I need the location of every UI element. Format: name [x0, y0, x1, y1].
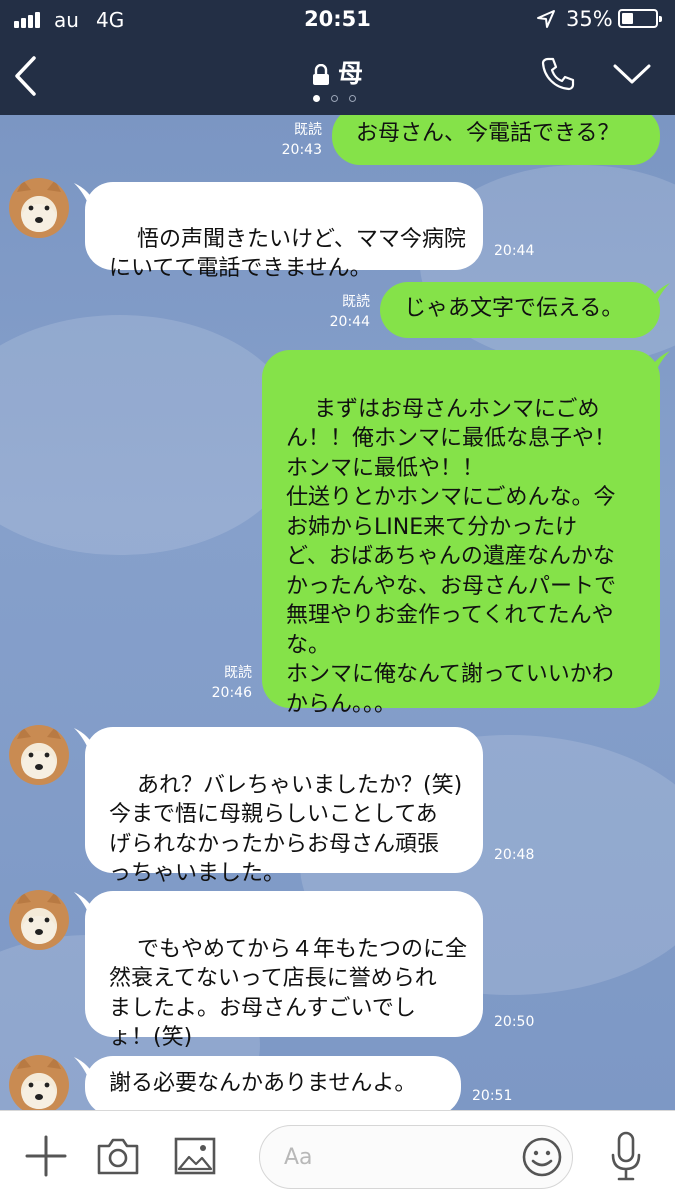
message-meta: 既読 20:46 — [198, 663, 252, 703]
bubble-tail — [74, 892, 94, 912]
microphone-icon[interactable] — [610, 1131, 642, 1183]
chevron-down-icon[interactable] — [612, 62, 652, 86]
read-receipt: 既読 — [224, 665, 252, 681]
message-time: 20:48 — [494, 847, 535, 863]
chat-area[interactable]: お母さん、今電話できる？ 既読 20:43 悟の声聞きたいけど、ママ今病院 にい… — [0, 115, 675, 1110]
message-time: 20:44 — [494, 243, 535, 259]
message-time: 20:44 — [329, 314, 370, 330]
bubble-tail — [650, 351, 670, 371]
bubble-tail — [74, 1057, 94, 1077]
battery-icon — [618, 9, 662, 28]
phone-icon[interactable] — [540, 56, 576, 92]
avatar[interactable] — [9, 178, 69, 238]
message-outgoing[interactable]: お母さん、今電話できる？ — [332, 115, 660, 165]
message-outgoing[interactable]: まずはお母さんホンマにごめ ん！！俺ホンマに最低な息子や！ ホンマに最低や！！ … — [262, 350, 660, 717]
emoji-icon[interactable] — [521, 1136, 563, 1178]
avatar[interactable] — [9, 1055, 69, 1110]
message-meta: 20:48 — [494, 845, 554, 865]
message-text: まずはお母さんホンマにごめ ん！！俺ホンマに最低な息子や！ ホンマに最低や！！ … — [286, 396, 617, 717]
message-text: お母さん、今電話できる？ — [356, 121, 620, 146]
message-outgoing[interactable]: じゃあ文字で伝える。 — [380, 282, 660, 338]
dog-avatar-icon — [17, 1057, 61, 1109]
page-indicator — [313, 95, 363, 105]
message-meta: 既読 20:43 — [268, 120, 322, 160]
dog-avatar-icon — [17, 180, 61, 232]
plus-icon[interactable] — [25, 1135, 67, 1177]
message-text: でもやめてから４年もたつのに全 然衰えてないって店長に誉められ ましたよ。お母さ… — [109, 936, 467, 1051]
read-receipt: 既読 — [342, 294, 370, 310]
message-time: 20:43 — [281, 142, 322, 158]
page-dot — [313, 95, 320, 102]
avatar[interactable] — [9, 725, 69, 785]
message-text: じゃあ文字で伝える。 — [404, 296, 624, 321]
page-dot — [331, 95, 338, 102]
read-receipt: 既読 — [294, 122, 322, 138]
message-time: 20:46 — [211, 685, 252, 701]
page-dot — [349, 95, 356, 102]
dog-avatar-icon — [17, 892, 61, 944]
camera-icon[interactable] — [96, 1136, 140, 1176]
message-incoming[interactable]: あれ？バレちゃいましたか？(笑) 今まで悟に母親らしいことしてあ げられなかった… — [85, 727, 483, 886]
input-bar — [0, 1110, 675, 1201]
status-bar: au 4G 20:51 35% — [0, 0, 675, 40]
image-icon[interactable] — [174, 1136, 216, 1176]
avatar[interactable] — [9, 890, 69, 950]
message-text: 謝る必要なんかありませんよ。 — [109, 1071, 417, 1096]
message-meta: 20:44 — [494, 241, 554, 261]
message-time: 20:51 — [472, 1088, 513, 1104]
battery-percent: 35% — [566, 7, 613, 31]
message-time: 20:50 — [494, 1014, 535, 1030]
message-meta: 20:51 — [472, 1086, 532, 1106]
dog-avatar-icon — [17, 727, 61, 779]
message-incoming[interactable]: 謝る必要なんかありませんよ。 — [85, 1056, 461, 1110]
message-meta: 20:50 — [494, 1012, 554, 1032]
location-arrow-icon — [537, 10, 555, 28]
battery-level — [622, 13, 634, 24]
bubble-tail — [650, 283, 670, 303]
bubble-tail — [74, 183, 94, 203]
message-text: 悟の声聞きたいけど、ママ今病院 にいてて電話できません。 — [109, 226, 466, 282]
bubble-tail — [74, 728, 94, 748]
message-meta: 既読 20:44 — [316, 292, 370, 332]
message-incoming[interactable]: でもやめてから４年もたつのに全 然衰えてないって店長に誉められ ましたよ。お母さ… — [85, 891, 483, 1050]
message-incoming[interactable]: 悟の声聞きたいけど、ママ今病院 にいてて電話できません。 — [85, 182, 483, 281]
message-text: あれ？バレちゃいましたか？(笑) 今まで悟に母親らしいことしてあ げられなかった… — [109, 772, 463, 887]
chat-title-text: 母 — [337, 59, 363, 88]
top-bar: au 4G 20:51 35% 母 — [0, 0, 675, 115]
lock-icon — [312, 64, 329, 85]
